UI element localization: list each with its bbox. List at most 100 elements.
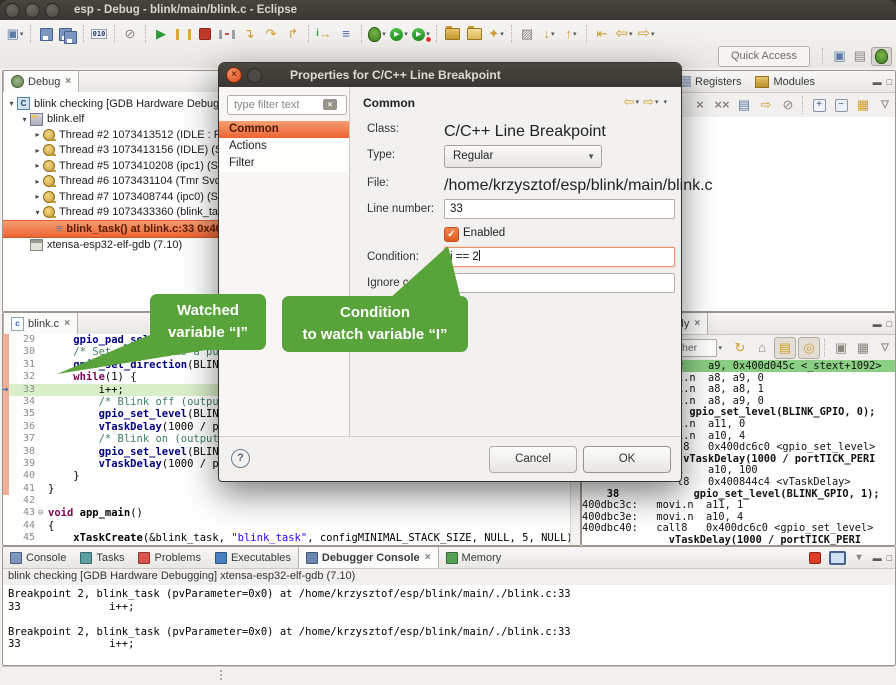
next-annotation-icon[interactable]: ↓▾ [538, 23, 560, 45]
close-icon[interactable]: × [425, 552, 431, 563]
tab-registers[interactable]: Registers [673, 71, 748, 92]
close-icon[interactable]: × [65, 76, 71, 87]
view-menu-icon[interactable]: ▾ [663, 98, 667, 106]
dialog-nav-filter[interactable]: Filter [219, 155, 349, 172]
expand-all-icon[interactable]: + [809, 95, 829, 115]
chevron-down-icon[interactable]: ▾ [655, 98, 659, 106]
cpp-perspective-button[interactable]: ▤ [851, 48, 869, 64]
search-icon[interactable]: ✦▾ [485, 23, 507, 45]
save-all-icon[interactable] [57, 23, 79, 45]
condition-input[interactable]: i == 2 [444, 247, 675, 267]
close-icon[interactable]: × [694, 318, 700, 329]
window-minimize-button[interactable] [25, 3, 40, 18]
tab-problems[interactable]: Problems [131, 547, 207, 568]
home-icon[interactable]: ⌂ [752, 338, 772, 358]
tab-debug[interactable]: Debug × [3, 71, 79, 92]
use-step-filters-icon[interactable]: ≡ [335, 23, 357, 45]
debug-tree-item[interactable]: ▸Thread #7 1073408744 (ipc0) (Suspended [3, 189, 219, 205]
suspend-icon[interactable] [172, 23, 194, 45]
new-view-icon[interactable]: ▣ [831, 338, 851, 358]
debug-tree-item[interactable]: xtensa-esp32-elf-gdb (7.10) [3, 238, 219, 254]
debug-tree-item[interactable]: ≡blink_task() at blink.c:33 0x400dbc [3, 220, 219, 238]
ok-button[interactable]: OK [583, 446, 671, 473]
display-selected-console-icon[interactable] [827, 548, 847, 568]
console-menu-icon[interactable]: ▾ [849, 548, 869, 568]
dialog-close-button[interactable]: × [226, 67, 242, 83]
save-icon[interactable] [35, 23, 57, 45]
show-source-icon[interactable]: ▤ [774, 337, 796, 359]
skip-bp-icon[interactable]: ⊘ [778, 95, 798, 115]
refresh-icon[interactable]: ↻ [730, 338, 750, 358]
debug-tree-item[interactable]: ▸Thread #6 1073431104 (Tmr Svc) (Suspend [3, 174, 219, 190]
debug-icon[interactable]: ▾ [366, 23, 388, 45]
tab-memory[interactable]: Memory [439, 547, 509, 568]
minimize-icon[interactable]: ▬ [873, 77, 882, 87]
remove-icon[interactable]: × [690, 95, 710, 115]
debug-tree-item[interactable]: ▾Cblink checking [GDB Hardware Debugging… [3, 96, 219, 112]
tab-executables[interactable]: Executables [208, 547, 298, 568]
window-maximize-button[interactable] [45, 3, 60, 18]
chevron-down-icon[interactable]: ▾ [636, 98, 640, 106]
mark-occurrences-icon[interactable]: ▨ [516, 23, 538, 45]
step-into-icon[interactable]: ↴ [238, 23, 260, 45]
expander-expanded-icon[interactable]: ▾ [7, 99, 16, 108]
debug-perspective-button[interactable] [871, 47, 892, 66]
tab-modules[interactable]: Modules [748, 71, 822, 92]
minimize-icon[interactable]: ▬ [873, 319, 882, 329]
cancel-button[interactable]: Cancel [489, 446, 577, 473]
remove-all-icon[interactable]: ×× [712, 95, 732, 115]
dialog-minimize-button[interactable] [247, 68, 262, 83]
breakpoint-current-line-icon[interactable]: → [3, 384, 8, 395]
open-element-icon[interactable] [441, 23, 463, 45]
disconnect-icon[interactable] [216, 23, 238, 45]
sash-grip[interactable] [220, 670, 224, 680]
previous-annotation-icon[interactable]: ↑▾ [560, 23, 582, 45]
debug-tree-item[interactable]: ▸Thread #5 1073410208 (ipc1) (Suspended [3, 158, 219, 174]
collapse-all-icon[interactable]: − [831, 95, 851, 115]
dialog-nav-actions[interactable]: Actions [219, 138, 349, 155]
external-tools-icon[interactable]: ▶▾ [410, 23, 432, 45]
terminate-console-icon[interactable] [805, 548, 825, 568]
run-icon[interactable]: ▶▾ [388, 23, 410, 45]
code-line[interactable]: 43⊖void app_main() [3, 507, 580, 519]
expander-collapsed-icon[interactable]: ▸ [33, 177, 42, 186]
expander-collapsed-icon[interactable]: ▸ [33, 192, 42, 201]
enabled-checkbox[interactable]: ✓ [444, 227, 459, 242]
console-output[interactable]: Breakpoint 2, blink_task (pvParameter=0x… [3, 585, 895, 665]
debug-tree-item[interactable]: ▾blink.elf [3, 112, 219, 128]
track-expression-icon[interactable]: ◎ [798, 337, 820, 359]
goto-file-icon[interactable]: ⇨ [756, 95, 776, 115]
back-icon[interactable]: ⇦▾ [613, 23, 635, 45]
window-close-button[interactable] [5, 3, 20, 18]
forward-arrow-icon[interactable]: ⇨ [643, 94, 654, 110]
code-line[interactable]: 45 xTaskCreate(&blink_task, "blink_task"… [3, 532, 580, 544]
last-edit-icon[interactable]: ⇤ [591, 23, 613, 45]
maximize-icon[interactable]: □ [887, 319, 892, 329]
type-dropdown[interactable]: Regular ▼ [444, 145, 602, 168]
back-arrow-icon[interactable]: ⇦ [624, 94, 635, 110]
fold-marker-icon[interactable]: ⊖ [38, 507, 48, 519]
clear-filter-icon[interactable]: × [323, 99, 337, 110]
debug-tree-item[interactable]: ▸Thread #3 1073413156 (IDLE) (Suspended [3, 143, 219, 159]
tab-blink-c[interactable]: c blink.c × [3, 313, 78, 334]
ignore-count-input[interactable]: 0 [444, 273, 675, 293]
expander-collapsed-icon[interactable]: ▸ [33, 161, 42, 170]
show-bp-for-target-icon[interactable]: ▤ [734, 95, 754, 115]
expander-expanded-icon[interactable]: ▾ [20, 115, 29, 124]
maximize-icon[interactable]: □ [887, 553, 892, 563]
tab-console[interactable]: Console [3, 547, 73, 568]
view-menu-icon[interactable]: ▽ [875, 95, 895, 115]
line-number-input[interactable]: 33 [444, 199, 675, 219]
maximize-icon[interactable]: □ [887, 77, 892, 87]
new-wizard-icon[interactable]: ▣▾ [4, 23, 26, 45]
open-perspective-button[interactable]: ▣ [830, 48, 848, 64]
forward-icon[interactable]: ⇨▾ [635, 23, 657, 45]
expander-collapsed-icon[interactable]: ▸ [33, 130, 42, 139]
link-with-debug-icon[interactable]: ▦ [853, 95, 873, 115]
tab-debugger-console[interactable]: Debugger Console× [298, 547, 439, 568]
build-binary-icon[interactable]: 010 [88, 23, 110, 45]
terminate-icon[interactable] [194, 23, 216, 45]
close-icon[interactable]: × [64, 318, 70, 329]
help-button[interactable]: ? [231, 449, 250, 468]
code-line[interactable]: 42 [3, 495, 580, 507]
